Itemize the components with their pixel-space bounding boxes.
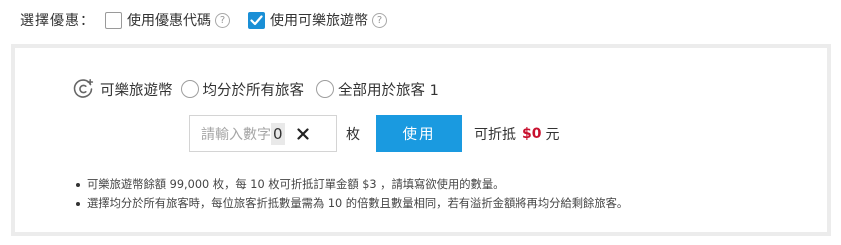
coin-mode-row: 可樂旅遊幣 均分於所有旅客 全部用於旅客 1 — [72, 78, 451, 100]
coin-balance-note: 可樂旅遊幣餘額 99,000 枚，每 10 枚可折抵訂單金額 $3 ，請填寫欲使… — [76, 175, 628, 194]
coin-plus-icon — [73, 79, 94, 98]
deduct-unit: 元 — [545, 126, 560, 143]
coin-quantity-input[interactable]: 請輸入數字 0 — [189, 115, 337, 152]
promo-code-checkbox[interactable] — [105, 11, 122, 29]
travel-coin-title: 可樂旅遊幣 — [100, 82, 173, 99]
deduct-label: 可折抵 — [474, 126, 516, 143]
coin-quantity-placeholder: 請輸入數字 — [201, 126, 271, 143]
split-evenly-radio[interactable] — [180, 80, 199, 98]
travel-coin-checkbox[interactable] — [248, 11, 265, 29]
coin-unit-label: 枚 — [346, 126, 360, 143]
question-circle-icon[interactable]: ? — [372, 12, 387, 28]
coin-quantity-value[interactable]: 0 — [271, 122, 285, 145]
discount-selection-row: 選擇優惠： 使用優惠代碼 ? 使用可樂旅遊幣 ? — [20, 9, 405, 31]
close-icon[interactable] — [296, 127, 309, 140]
travel-coin-panel: 可樂旅遊幣 均分於所有旅客 全部用於旅客 1 請輸入數字 0 枚 使用 可折抵 … — [11, 44, 831, 236]
coin-quantity-row: 請輸入數字 0 枚 使用 可折抵 $0 元 — [189, 115, 559, 152]
split-rule-note: 選擇均分於所有旅客時，每位旅客折抵數量需為 10 的倍數且數量相同，若有溢折金額… — [76, 194, 628, 213]
promo-code-option-label[interactable]: 使用優惠代碼 — [127, 10, 211, 30]
all-to-traveler-1-radio[interactable] — [316, 80, 334, 98]
discount-selection-label: 選擇優惠： — [20, 13, 95, 29]
checkmark-icon — [250, 14, 263, 25]
travel-coin-option-label[interactable]: 使用可樂旅遊幣 — [270, 10, 368, 30]
deduct-amount: $0 — [522, 125, 542, 142]
coin-notes-list: 可樂旅遊幣餘額 99,000 枚，每 10 枚可折抵訂單金額 $3 ，請填寫欲使… — [76, 175, 628, 213]
use-coins-button[interactable]: 使用 — [376, 115, 462, 152]
all-to-traveler-1-label[interactable]: 全部用於旅客 1 — [338, 79, 439, 100]
question-circle-icon[interactable]: ? — [215, 12, 230, 28]
split-evenly-label[interactable]: 均分於所有旅客 — [203, 79, 305, 100]
